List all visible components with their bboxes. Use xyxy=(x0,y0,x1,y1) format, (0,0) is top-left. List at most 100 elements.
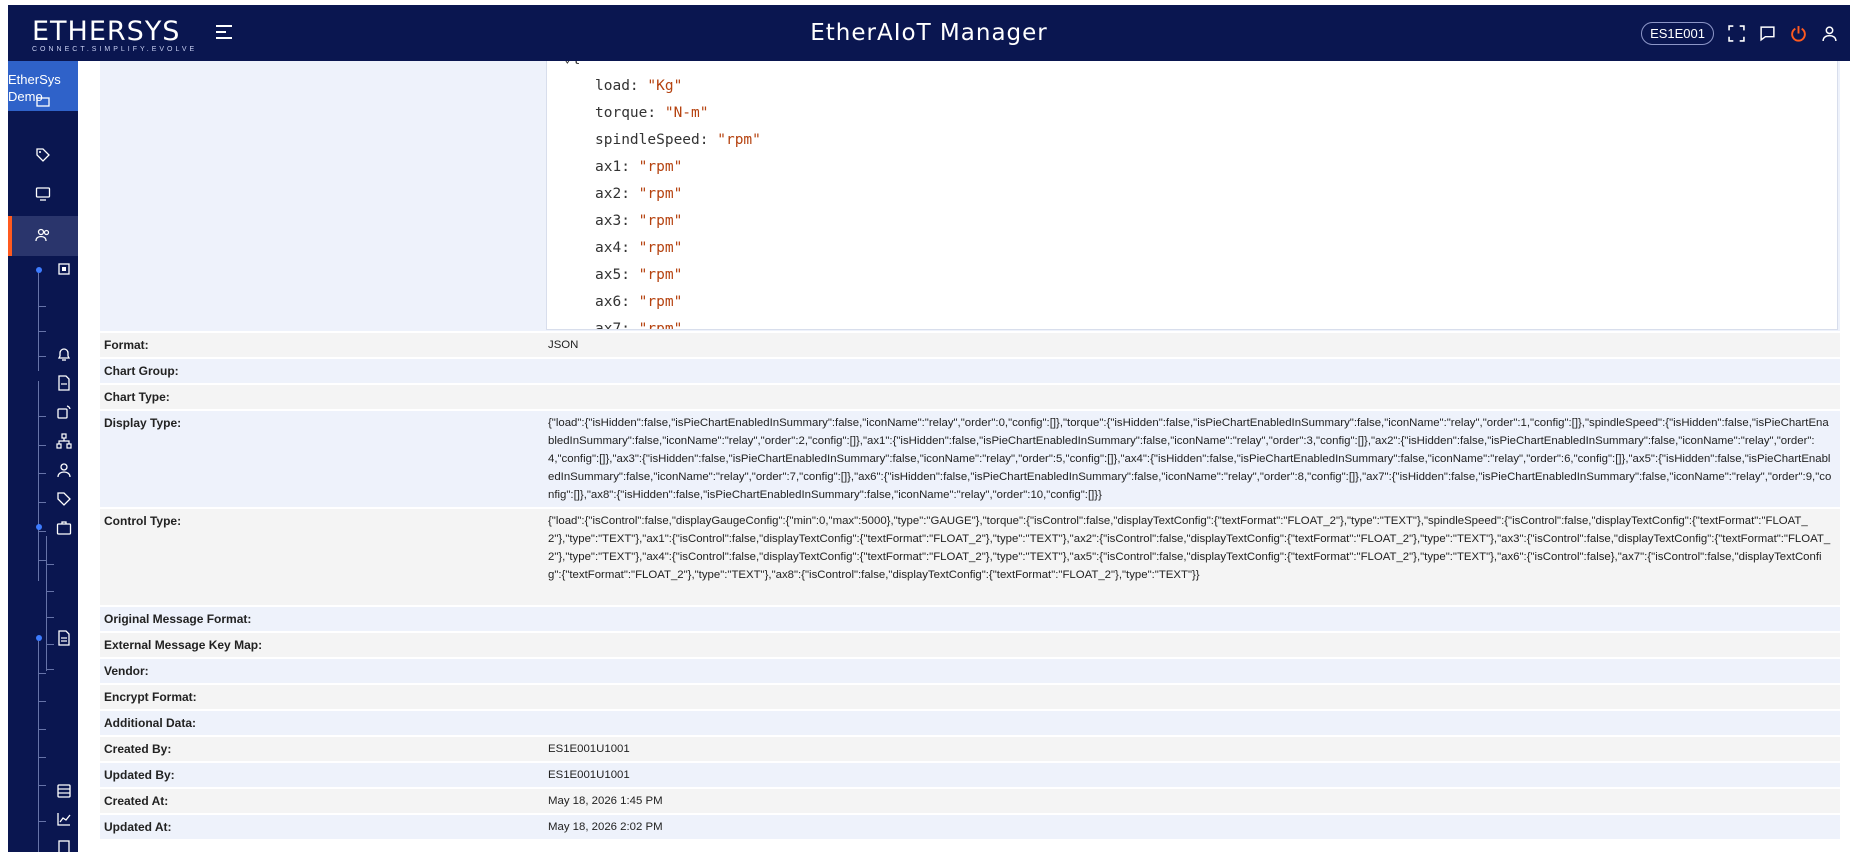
json-entry: torque: "N-m" xyxy=(595,105,709,121)
json-entry: spindleSpeed: "rpm" xyxy=(595,132,761,148)
field-label: Vendor: xyxy=(104,664,149,678)
detail-row-additional-data: Additional Data: xyxy=(100,711,1840,735)
json-entry: ax4: "rpm" xyxy=(595,240,683,256)
detail-row-created-at: Created At: May 18, 2026 1:45 PM xyxy=(100,789,1840,813)
monitor-icon[interactable] xyxy=(35,186,51,202)
tree-branch xyxy=(38,560,46,561)
tag-icon[interactable] xyxy=(56,491,72,507)
field-label: Created At: xyxy=(104,794,169,808)
top-navbar: ETHERSYS CONNECT.SIMPLIFY.EVOLVE EtherAI… xyxy=(8,5,1850,61)
tree-branch xyxy=(46,591,54,592)
file-icon[interactable] xyxy=(56,630,72,646)
detail-row-external-message-key-map: External Message Key Map: xyxy=(100,633,1840,657)
field-value: {"load":{"isHidden":false,"isPieChartEna… xyxy=(548,417,1832,501)
document-icon[interactable] xyxy=(56,375,72,391)
detail-row-created-by: Created By: ES1E001U1001 xyxy=(100,737,1840,761)
tree-branch xyxy=(38,445,46,446)
json-entry: load: "Kg" xyxy=(595,78,683,94)
json-entry: ax7: "rpm" xyxy=(595,321,683,330)
tree-branch xyxy=(38,821,46,822)
unit-map-json-viewer[interactable]: ⌄{ load: "Kg" torque: "N-m" spindleSpeed… xyxy=(546,61,1838,330)
field-value: JSON xyxy=(548,339,579,351)
tree-branch xyxy=(46,644,54,645)
tree-node-dot xyxy=(36,267,42,273)
window-edge xyxy=(0,0,8,852)
field-label: Updated By: xyxy=(104,768,175,782)
tree-branch xyxy=(38,729,46,730)
users-icon[interactable] xyxy=(35,227,51,243)
tree-branch xyxy=(38,473,46,474)
tree-branch xyxy=(38,331,46,332)
logo-tagline: CONNECT.SIMPLIFY.EVOLVE xyxy=(32,46,198,53)
tree-branch xyxy=(38,502,46,503)
detail-row-vendor: Vendor: xyxy=(100,659,1840,683)
chat-icon[interactable] xyxy=(1759,25,1776,42)
main-content: ⌄{ load: "Kg" torque: "N-m" spindleSpeed… xyxy=(78,61,1850,852)
tree-branch xyxy=(38,531,46,532)
tree-branch xyxy=(38,306,46,307)
json-entry: ax6: "rpm" xyxy=(595,294,683,310)
field-label: Control Type: xyxy=(104,514,182,528)
tree-branch xyxy=(38,416,46,417)
device-icon[interactable] xyxy=(56,404,72,420)
chart-icon[interactable] xyxy=(56,811,72,827)
field-label: Chart Type: xyxy=(104,390,170,404)
tree-branch xyxy=(46,617,54,618)
field-label: Encrypt Format: xyxy=(104,690,197,704)
tree-node-dot xyxy=(36,635,42,641)
org-name-line1: EtherSys xyxy=(8,72,61,87)
detail-row-original-message-format: Original Message Format: xyxy=(100,607,1840,631)
tree-node-dot xyxy=(36,524,42,530)
tree-branch xyxy=(38,785,46,786)
user-icon[interactable] xyxy=(1821,25,1838,42)
page-icon[interactable] xyxy=(56,839,72,855)
detail-row-display-type: Display Type: {"load":{"isHidden":false,… xyxy=(100,411,1840,507)
field-value: May 18, 2026 2:02 PM xyxy=(548,821,663,833)
dashboard-icon[interactable] xyxy=(35,92,51,108)
field-label: External Message Key Map: xyxy=(104,638,263,652)
field-label: Format: xyxy=(104,338,149,352)
briefcase-icon[interactable] xyxy=(56,520,72,536)
field-label: Updated At: xyxy=(104,820,172,834)
detail-row-updated-at: Updated At: May 18, 2026 2:02 PM xyxy=(100,815,1840,839)
field-label: Original Message Format: xyxy=(104,612,252,626)
alert-icon[interactable] xyxy=(56,346,72,362)
detail-row-chart-group: Chart Group: xyxy=(100,359,1840,383)
json-entry: ax3: "rpm" xyxy=(595,213,683,229)
detail-row-encrypt-format: Encrypt Format: xyxy=(100,685,1840,709)
json-entry: ax1: "rpm" xyxy=(595,159,683,175)
detail-row-control-type: Control Type: {"load":{"isControl":false… xyxy=(100,509,1840,605)
header-tools: ES1E001 xyxy=(1641,20,1838,46)
tree-branch xyxy=(38,673,46,674)
tree-branch xyxy=(46,669,54,670)
field-label: Chart Group: xyxy=(104,364,179,378)
tree-line xyxy=(46,536,47,671)
tag-icon[interactable] xyxy=(35,147,51,163)
detail-row-chart-type: Chart Type: xyxy=(100,385,1840,409)
tree-branch xyxy=(38,356,46,357)
json-open-brace[interactable]: ⌄{ xyxy=(563,61,580,66)
field-value: ES1E001U1001 xyxy=(548,743,630,755)
fullscreen-icon[interactable] xyxy=(1728,24,1745,42)
sidebar: EtherSys Demo xyxy=(8,61,78,855)
collapse-chevron-icon[interactable]: ⌄ xyxy=(563,61,572,66)
chip-icon[interactable] xyxy=(56,261,72,277)
power-icon[interactable] xyxy=(1790,25,1807,42)
org-code-badge[interactable]: ES1E001 xyxy=(1641,21,1714,45)
field-value: ES1E001U1001 xyxy=(548,769,630,781)
detail-row-updated-by: Updated By: ES1E001U1001 xyxy=(100,763,1840,787)
json-entry: ax5: "rpm" xyxy=(595,267,683,283)
person-icon[interactable] xyxy=(56,462,72,478)
database-icon[interactable] xyxy=(56,783,72,799)
tree-branch xyxy=(38,701,46,702)
app-title: EtherAIoT Manager xyxy=(810,20,1048,46)
tree-branch xyxy=(46,564,54,565)
field-value: {"load":{"isControl":false,"displayGauge… xyxy=(548,515,1831,581)
field-value: May 18, 2026 1:45 PM xyxy=(548,795,663,807)
sidebar-active-indicator xyxy=(8,216,12,256)
json-entry: ax2: "rpm" xyxy=(595,186,683,202)
detail-row-format: Format: JSON xyxy=(100,333,1840,357)
tree-line xyxy=(38,381,39,581)
hierarchy-icon[interactable] xyxy=(56,433,72,449)
field-label: Additional Data: xyxy=(104,716,196,730)
